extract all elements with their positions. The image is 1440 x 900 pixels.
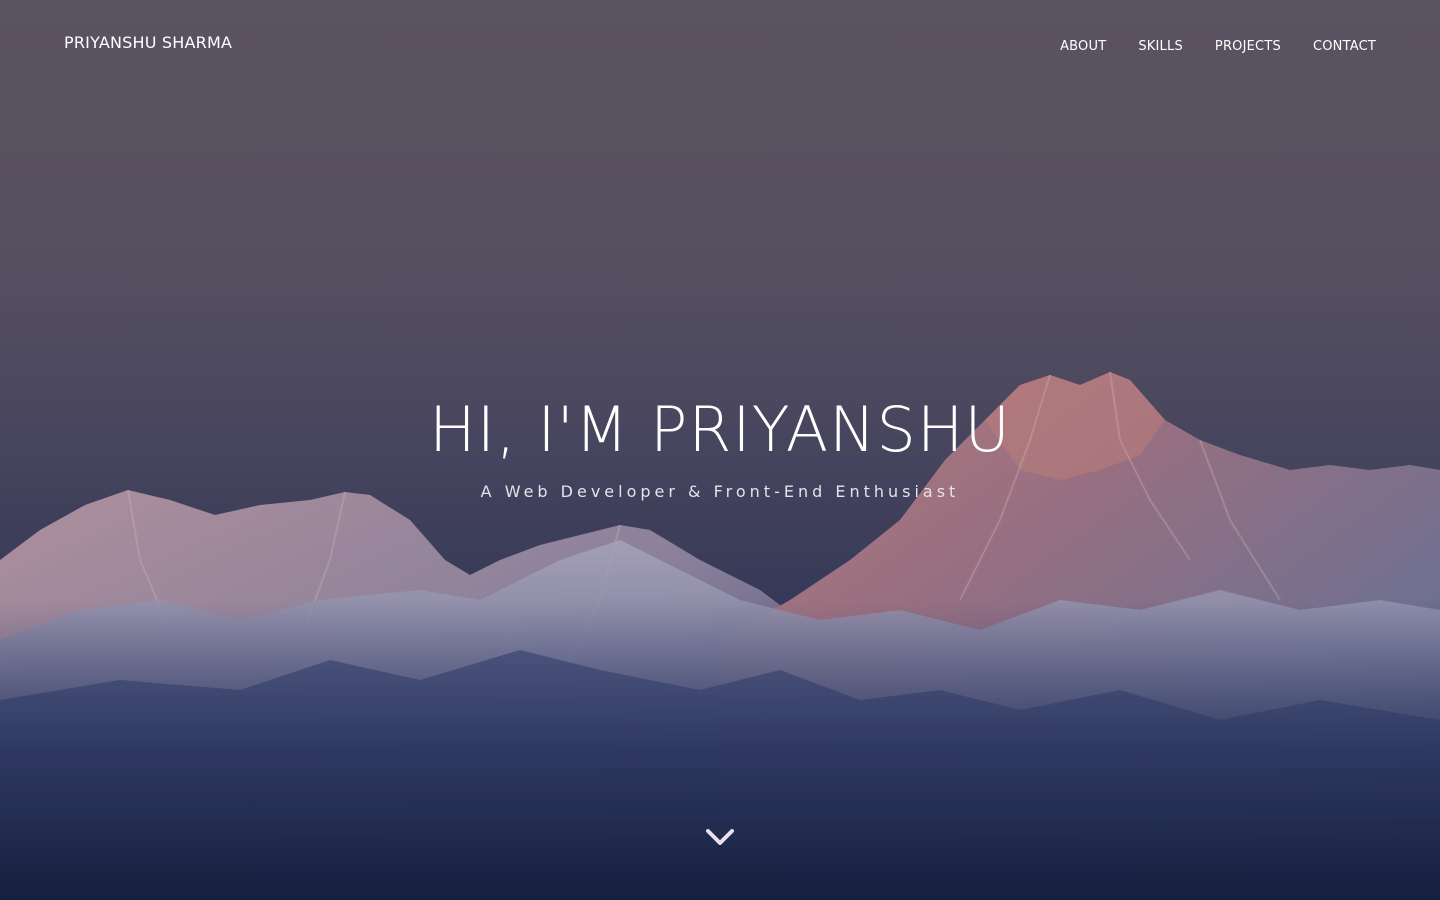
nav-link-contact[interactable]: CONTACT [1313, 39, 1376, 54]
chevron-down-icon [706, 829, 734, 845]
hero-subheadline: A Web Developer & Front-End Enthusiast [480, 482, 960, 501]
brand-link[interactable]: PRIYANSHU SHARMA [64, 33, 232, 52]
nav-item-skills: SKILLS [1138, 35, 1183, 54]
nav-item-about: ABOUT [1060, 35, 1106, 54]
hero-section: PRIYANSHU SHARMA ABOUT SKILLS PROJECTS C… [0, 0, 1440, 900]
top-navbar: PRIYANSHU SHARMA ABOUT SKILLS PROJECTS C… [0, 0, 1440, 90]
hero-headline: HI, I'M PRIYANSHU [429, 393, 1011, 466]
nav-link-about[interactable]: ABOUT [1060, 39, 1106, 54]
nav-link-projects[interactable]: PROJECTS [1215, 39, 1281, 54]
nav-item-projects: PROJECTS [1215, 35, 1281, 54]
scroll-down-button[interactable] [700, 818, 740, 858]
nav-item-contact: CONTACT [1313, 35, 1376, 54]
nav-links: ABOUT SKILLS PROJECTS CONTACT [1060, 35, 1376, 54]
nav-link-skills[interactable]: SKILLS [1138, 39, 1183, 54]
